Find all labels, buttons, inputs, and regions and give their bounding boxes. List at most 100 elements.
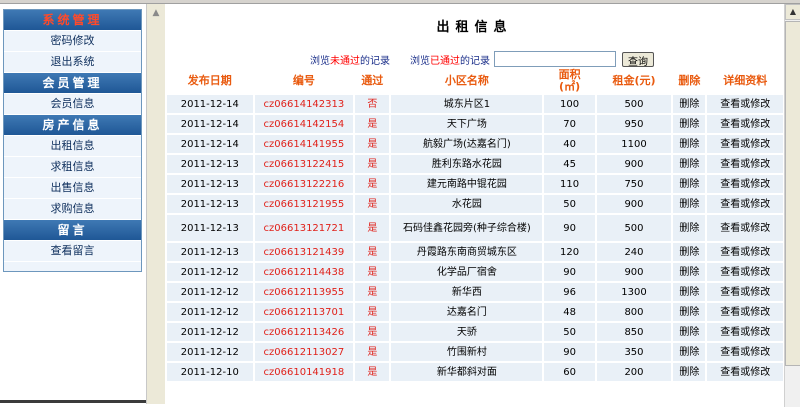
view-edit-link[interactable]: 查看或修改 [707,323,783,341]
scroll-up-arrow-icon[interactable]: ▲ [150,8,162,18]
cell-area: 40 [544,135,595,153]
cell-id: cz06610141918 [254,363,354,381]
view-edit-link[interactable]: 查看或修改 [707,155,783,173]
delete-link[interactable]: 删除 [673,155,706,173]
menu-item[interactable]: 出售信息 [4,178,141,199]
cell-date: 2011-12-10 [167,363,253,381]
view-edit-link[interactable]: 查看或修改 [707,95,783,113]
cell-id: cz06613122415 [254,155,354,173]
delete-link[interactable]: 删除 [673,363,706,381]
view-edit-link[interactable]: 查看或修改 [707,343,783,361]
cell-date: 2011-12-12 [167,263,253,281]
delete-link[interactable]: 删除 [673,263,706,281]
cell-rent: 500 [596,95,672,113]
scroll-up-icon[interactable]: ▲ [785,4,800,20]
cell-date: 2011-12-13 [167,155,253,173]
left-frame-scrollbar[interactable]: ▲ [146,4,165,404]
cell-community: 天骄 [391,323,543,341]
table-body: 2011-12-14 cz06614142313 否城东片区1 100 500 删除 查看或… [167,95,783,381]
cell-area: 120 [544,243,595,261]
menu-section-header: 房产信息 [4,115,141,136]
cell-passed: 是 [355,323,390,341]
menu-item[interactable]: 会员信息 [4,94,141,115]
delete-link[interactable]: 删除 [673,195,706,213]
delete-link[interactable]: 删除 [673,215,706,241]
table-row: 2011-12-12 cz06612113955 是新华西 96 1300 删除 查看或修改 [167,283,783,301]
menu-footer [4,262,141,271]
menu-item[interactable]: 求租信息 [4,157,141,178]
table-row: 2011-12-14 cz06614141955 是航毅广场(达嘉名门) 40 1100… [167,135,783,153]
cell-community: 航毅广场(达嘉名门) [391,135,543,153]
delete-link[interactable]: 删除 [673,283,706,301]
cell-id: cz06613121955 [254,195,354,213]
view-edit-link[interactable]: 查看或修改 [707,195,783,213]
view-edit-link[interactable]: 查看或修改 [707,363,783,381]
search-button[interactable]: 查询 [622,51,654,68]
delete-link[interactable]: 删除 [673,343,706,361]
filter-passed-link[interactable]: 浏览已通过的记录 [410,52,490,67]
delete-link[interactable]: 删除 [673,115,706,133]
cell-area: 50 [544,323,595,341]
cell-area: 100 [544,95,595,113]
view-edit-link[interactable]: 查看或修改 [707,263,783,281]
menu-item[interactable]: 密码修改 [4,31,141,52]
main-scrollbar[interactable]: ▲ [784,4,800,407]
view-edit-link[interactable]: 查看或修改 [707,283,783,301]
cell-id: cz06612113426 [254,323,354,341]
table-row: 2011-12-12 cz06612114438 是化学品厂宿舍 90 900 删除 查看或… [167,263,783,281]
menu-item[interactable]: 退出系统 [4,52,141,73]
cell-date: 2011-12-12 [167,343,253,361]
cell-date: 2011-12-13 [167,215,253,241]
cell-area: 60 [544,363,595,381]
cell-passed: 否 [355,95,390,113]
delete-link[interactable]: 删除 [673,95,706,113]
cell-date: 2011-12-13 [167,195,253,213]
cell-id: cz06614142154 [254,115,354,133]
cell-passed: 是 [355,343,390,361]
delete-link[interactable]: 删除 [673,323,706,341]
cell-passed: 是 [355,135,390,153]
delete-link[interactable]: 删除 [673,135,706,153]
cell-passed: 是 [355,155,390,173]
cell-passed: 是 [355,363,390,381]
search-input[interactable] [494,51,616,67]
cell-community: 丹霞路东南商贸城东区 [391,243,543,261]
menu-section-header: 系统管理 [4,10,141,31]
cell-community: 建元南路中锟花园 [391,175,543,193]
delete-link[interactable]: 删除 [673,175,706,193]
cell-id: cz06612113955 [254,283,354,301]
filter-unpassed-link[interactable]: 浏览未通过的记录 [310,52,390,67]
delete-link[interactable]: 删除 [673,303,706,321]
scroll-thumb[interactable] [785,21,800,366]
cell-community: 竹围新村 [391,343,543,361]
view-edit-link[interactable]: 查看或修改 [707,135,783,153]
cell-date: 2011-12-14 [167,135,253,153]
cell-date: 2011-12-12 [167,303,253,321]
table-row: 2011-12-14 cz06614142313 否城东片区1 100 500 删除 查看或… [167,95,783,113]
view-edit-link[interactable]: 查看或修改 [707,115,783,133]
cell-community: 石码佳鑫花园旁(种子综合楼) [391,215,543,241]
cell-id: cz06612113027 [254,343,354,361]
menu-item[interactable]: 求购信息 [4,199,141,220]
delete-link[interactable]: 删除 [673,243,706,261]
view-edit-link[interactable]: 查看或修改 [707,215,783,241]
table-row: 2011-12-13 cz06613122216 是建元南路中锟花园 110 750 删除… [167,175,783,193]
view-edit-link[interactable]: 查看或修改 [707,243,783,261]
filter-unpassed-pre: 浏览 [310,55,330,67]
table-header-row: 发布日期 编号 通过 小区名称 面积 (㎡) 租金(元) 删除 详细资料 [167,69,783,93]
table-row: 2011-12-12 cz06612113701 是达嘉名门 48 800 删除 查看或修改 [167,303,783,321]
view-edit-link[interactable]: 查看或修改 [707,303,783,321]
left-frame-bottom-bar [0,400,146,403]
cell-community: 化学品厂宿舍 [391,263,543,281]
view-edit-link[interactable]: 查看或修改 [707,175,783,193]
filter-bar: 浏览未通过的记录 浏览已通过的记录 查询 [310,50,654,68]
cell-rent: 500 [596,215,672,241]
header-community: 小区名称 [444,74,489,87]
menu-item[interactable]: 查看留言 [4,241,141,262]
cell-passed: 是 [355,115,390,133]
cell-passed: 是 [355,175,390,193]
menu-item[interactable]: 出租信息 [4,136,141,157]
cell-date: 2011-12-14 [167,95,253,113]
menu-section-header: 留言 [4,220,141,241]
header-rent: 租金(元) [612,74,656,87]
